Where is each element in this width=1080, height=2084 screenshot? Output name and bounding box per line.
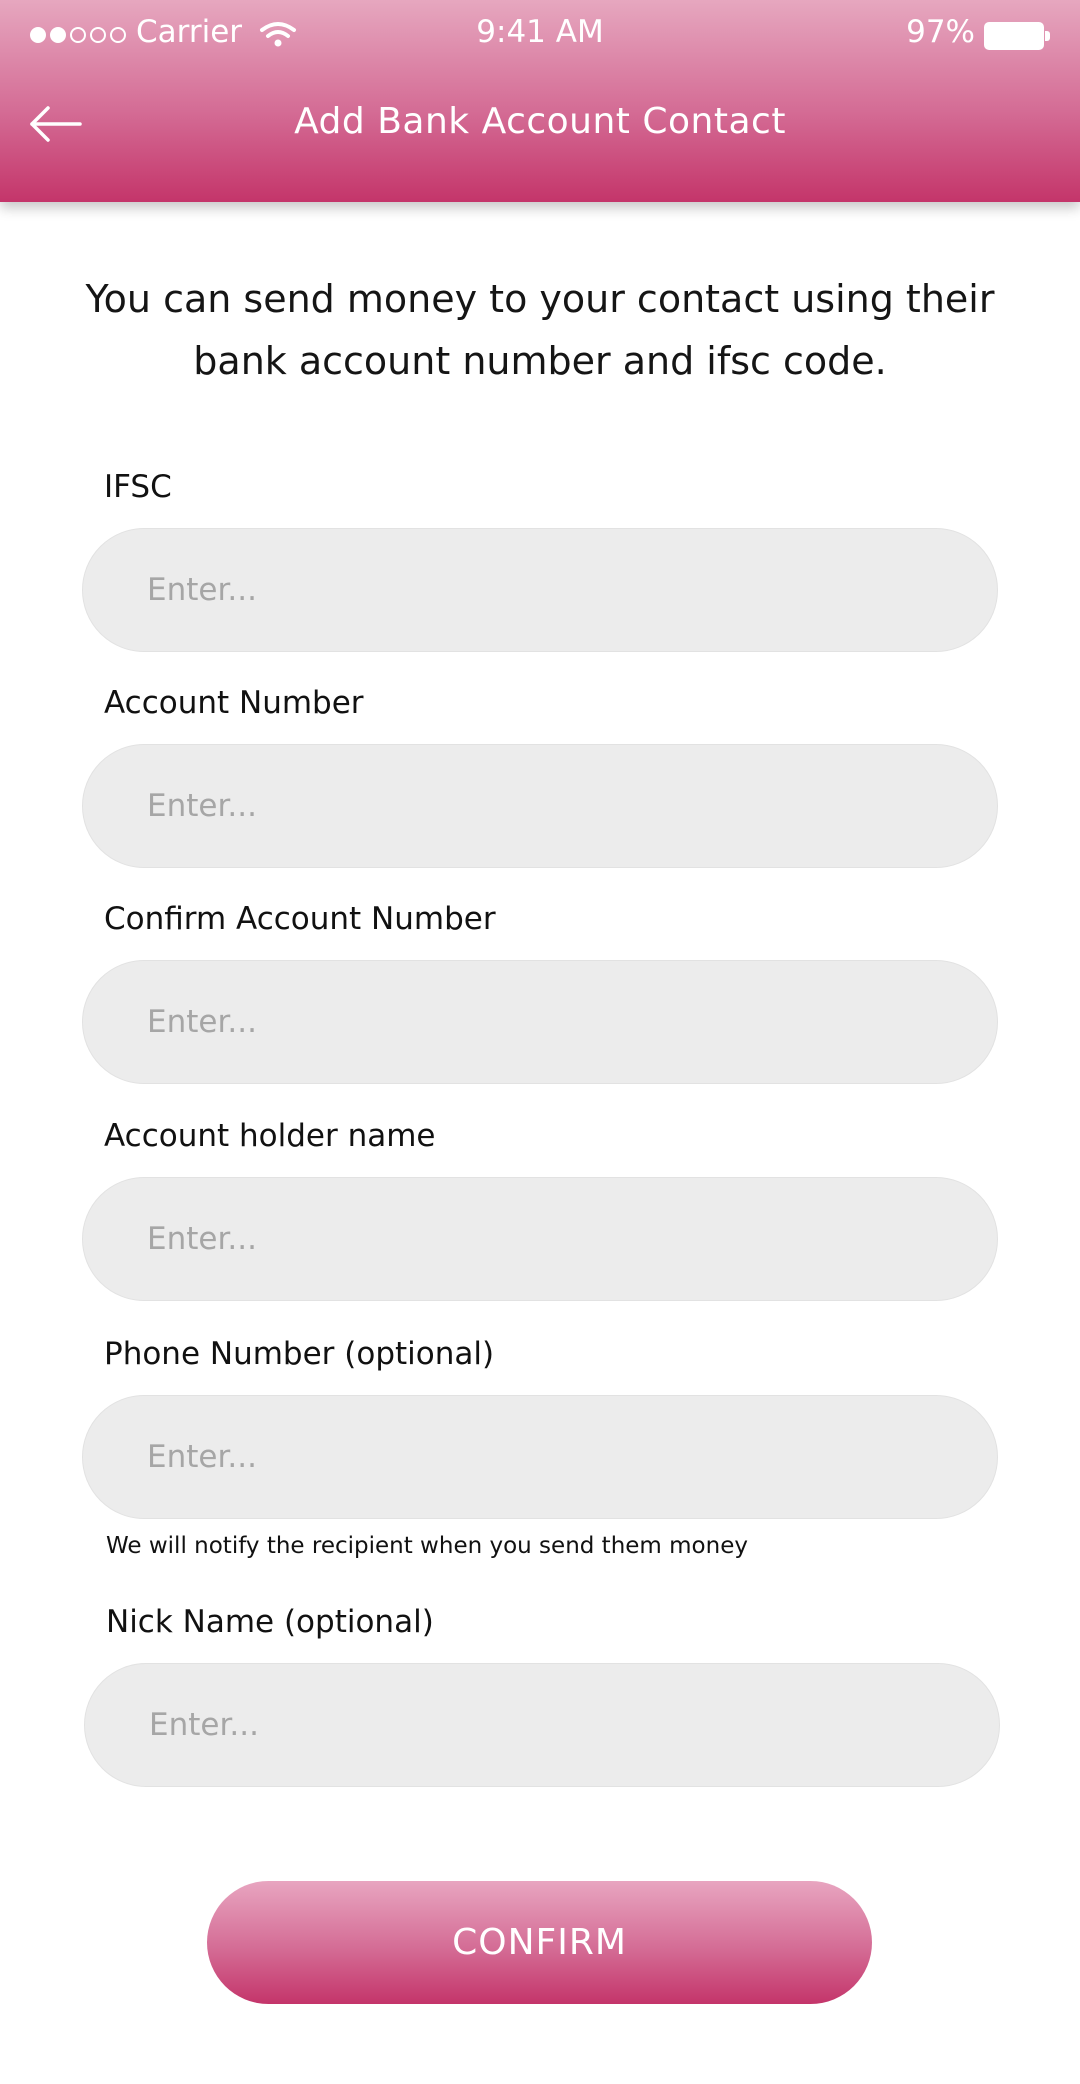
ifsc-field[interactable] (82, 528, 998, 652)
account-number-field[interactable] (82, 744, 998, 868)
account-holder-name-field[interactable] (82, 1177, 998, 1301)
ifsc-label: IFSC (104, 469, 172, 505)
confirm-account-number-input[interactable] (83, 961, 997, 1083)
phone-number-input[interactable] (83, 1396, 997, 1518)
ifsc-input[interactable] (83, 529, 997, 651)
nick-name-label: Nick Name (optional) (106, 1604, 434, 1640)
confirm-account-number-label: Confirm Account Number (104, 901, 496, 937)
account-number-label: Account Number (104, 685, 364, 721)
phone-number-label: Phone Number (optional) (104, 1336, 495, 1372)
phone-hint-text: We will notify the recipient when you se… (106, 1533, 748, 1559)
confirm-button[interactable]: CONFIRM (207, 1881, 872, 2004)
account-holder-name-label: Account holder name (104, 1118, 436, 1154)
app-header: Carrier 9:41 AM 97% Add Bank Account Con… (0, 0, 1080, 202)
account-holder-name-input[interactable] (83, 1178, 997, 1300)
battery-percent: 97% (906, 14, 975, 50)
intro-text: You can send money to your contact using… (85, 277, 995, 383)
account-number-input[interactable] (83, 745, 997, 867)
phone-number-field[interactable] (82, 1395, 998, 1519)
confirm-account-number-field[interactable] (82, 960, 998, 1084)
battery-icon (984, 22, 1050, 50)
nick-name-field[interactable] (84, 1663, 1000, 1787)
page-title: Add Bank Account Contact (294, 101, 786, 142)
nick-name-input[interactable] (85, 1664, 999, 1786)
status-bar: Carrier 9:41 AM 97% (0, 0, 1080, 70)
